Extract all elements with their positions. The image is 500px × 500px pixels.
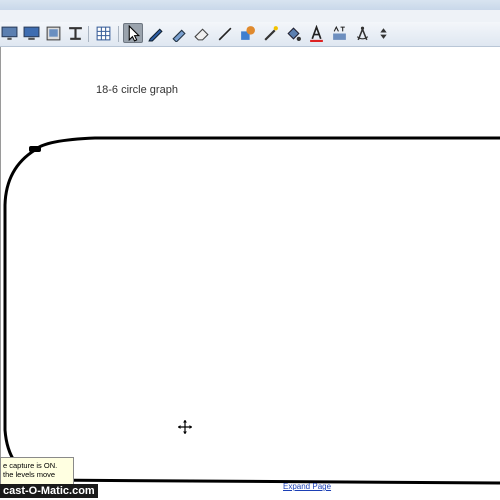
recorder-watermark: cast-O-Matic.com xyxy=(0,484,98,498)
move-cursor-icon xyxy=(177,419,193,435)
notice-line: the levels move xyxy=(3,470,56,479)
rounded-rectangle-drawing[interactable] xyxy=(0,0,500,500)
stroke-handle xyxy=(29,146,41,152)
expand-page-link[interactable]: Expand Page xyxy=(283,482,331,491)
drawn-stroke xyxy=(3,136,500,485)
capture-notice: e capture is ON. the levels move xyxy=(0,457,74,485)
notice-line: e capture is ON. xyxy=(3,461,58,470)
